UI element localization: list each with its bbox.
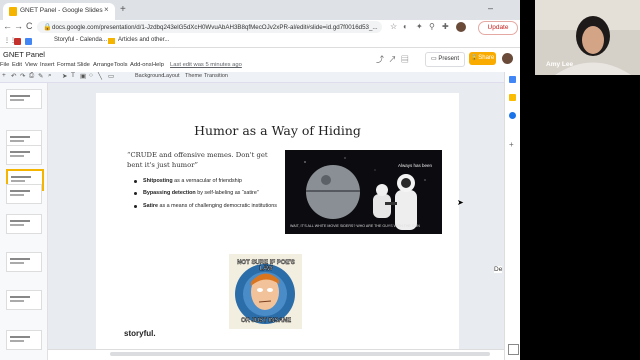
tab-gnet-panel[interactable]: GNET Panel - Google Slides × <box>3 3 115 20</box>
menu-edit[interactable]: Edit <box>12 62 22 68</box>
line-icon[interactable]: ╲ <box>98 72 102 80</box>
bullet-bold: Satire <box>143 203 158 209</box>
comment-icon[interactable]: ▭ <box>108 72 114 80</box>
slide-thumbnail[interactable] <box>6 252 42 272</box>
slide-thumbnail[interactable] <box>6 89 42 109</box>
extension-icon[interactable]: ◐ <box>403 22 408 31</box>
last-edit-link[interactable]: Last edit was 5 minutes ago <box>170 62 242 68</box>
storyful-logo: storyful. <box>124 329 156 338</box>
explore-icon[interactable] <box>508 344 519 355</box>
zoom-icon[interactable]: ⌕ <box>48 72 52 80</box>
reload-icon[interactable]: C <box>26 21 33 31</box>
bullet-text: as a means of challenging democratic ins… <box>157 203 277 209</box>
profile-avatar-icon[interactable] <box>456 22 466 32</box>
textbox-icon[interactable]: T <box>71 72 75 79</box>
toolbar-theme[interactable]: Theme <box>185 73 202 79</box>
lock-icon: 🔒 <box>43 24 52 31</box>
slide-quote[interactable]: “CRUDE and offensive memes. Don't get be… <box>127 150 277 170</box>
menu-insert[interactable]: Insert <box>40 62 55 68</box>
share-button[interactable]: 🔒Share <box>469 52 496 65</box>
slide-title[interactable]: Humor as a Way of Hiding <box>96 123 459 138</box>
redo-icon[interactable]: ↷ <box>20 72 25 80</box>
document-title[interactable]: GNET Panel <box>3 50 45 59</box>
menu-help[interactable]: Help <box>152 62 164 68</box>
menu-arrange[interactable]: Arrange <box>93 62 114 68</box>
tab-strip: GNET Panel - Google Slides × + – <box>0 0 520 20</box>
minimize-icon[interactable]: – <box>488 3 493 13</box>
new-slide-icon[interactable]: + <box>2 72 6 79</box>
tab-close-icon[interactable]: × <box>104 5 109 14</box>
calendar-icon[interactable] <box>509 76 516 83</box>
extension-icon[interactable]: ⚲ <box>429 22 435 31</box>
puzzle-icon[interactable]: ✚ <box>442 22 449 31</box>
select-icon[interactable]: ➤ <box>62 72 67 80</box>
new-tab-button[interactable]: + <box>120 4 126 15</box>
url-text: docs.google.com/presentation/d/1-Jzdbq24… <box>52 23 378 31</box>
image-icon[interactable]: ▣ <box>80 72 86 80</box>
back-arrow-icon[interactable]: ← <box>3 21 12 31</box>
menu-format[interactable]: Format <box>57 62 75 68</box>
calendar-icon[interactable] <box>25 38 32 45</box>
shape-icon[interactable]: ○ <box>89 72 93 79</box>
participant-name: Amy Lee <box>546 61 574 68</box>
star-icon[interactable]: ☆ <box>390 22 397 31</box>
tab-title: GNET Panel - Google Slides <box>20 7 103 14</box>
toolbar <box>0 72 520 83</box>
bullet-item[interactable]: Shitposting as a vernacular of friendshi… <box>143 178 242 184</box>
meme-bottom-text: OR JUST INSANE <box>240 318 292 324</box>
menu-view[interactable]: View <box>25 62 37 68</box>
menu-tools[interactable]: Tools <box>114 62 128 68</box>
present-label: Present <box>438 56 460 62</box>
bullet-bold: Shitposting <box>143 178 173 184</box>
bookmark-storyful-calendar[interactable]: Storyful - Calenda... <box>54 37 107 43</box>
slide-thumbnail[interactable] <box>6 184 42 204</box>
activity-icon[interactable]: ⤴ ↗ ▤ <box>376 54 409 65</box>
slide-thumbnail[interactable] <box>6 330 42 350</box>
bookmark-articles[interactable]: Articles and other... <box>118 37 169 43</box>
menu-file[interactable]: File <box>0 62 9 68</box>
side-text: De <box>494 266 503 273</box>
bullet-text: by self-labeling as “satire” <box>195 190 259 196</box>
slide-thumbnail[interactable] <box>6 214 42 234</box>
forward-arrow-icon[interactable]: → <box>14 21 23 31</box>
extension-icon[interactable]: ✦ <box>416 22 423 31</box>
slides-favicon-icon <box>9 7 17 16</box>
toolbar-layout[interactable]: Layout <box>163 73 180 79</box>
browser-window: GNET Panel - Google Slides × + – ← → C 🔒… <box>0 0 520 360</box>
slide-thumbnail[interactable] <box>6 145 42 165</box>
add-addon-icon[interactable]: + <box>509 140 514 149</box>
print-icon[interactable]: ⎙ <box>29 72 34 80</box>
meme-caption-bottom: WAIT, IT'S ALL WHITE MOVIE SIDERS? WHO A… <box>290 224 420 228</box>
keep-icon[interactable] <box>509 94 516 101</box>
bullet-item[interactable]: Bypassing detection by self-labeling as … <box>143 190 259 196</box>
bullet-bold: Bypassing detection <box>143 190 196 196</box>
update-button[interactable]: Update <box>478 21 518 35</box>
menu-slide[interactable]: Slide <box>77 62 90 68</box>
toolbar-background[interactable]: Background <box>135 73 164 79</box>
user-avatar[interactable] <box>502 53 513 64</box>
toolbar-transition[interactable]: Transition <box>204 73 228 79</box>
mouse-cursor-icon: ➤ <box>457 198 464 207</box>
menu-addons[interactable]: Add-ons <box>130 62 152 68</box>
bullet-item[interactable]: Satire as a means of challenging democra… <box>143 203 277 209</box>
bullet-text: as a vernacular of friendship <box>172 178 242 184</box>
undo-icon[interactable]: ↶ <box>11 72 16 80</box>
side-panel: + <box>504 72 520 360</box>
bullet-dot <box>134 192 137 195</box>
bullet-dot <box>134 180 137 183</box>
present-button[interactable]: ▭ Present <box>425 52 465 67</box>
gmail-icon[interactable] <box>14 38 21 45</box>
bullet-dot <box>134 205 137 208</box>
scrollbar-thumb[interactable] <box>110 352 490 356</box>
tasks-icon[interactable] <box>509 112 516 119</box>
meme-caption-top: Always has been <box>398 163 433 168</box>
share-label: Share <box>478 55 495 61</box>
folder-icon <box>108 38 115 44</box>
slide-thumbnail[interactable] <box>6 290 42 310</box>
paint-format-icon[interactable]: ✎ <box>38 72 43 80</box>
meme-top-text: NOT SURE IF POE'S LAW <box>237 260 295 272</box>
